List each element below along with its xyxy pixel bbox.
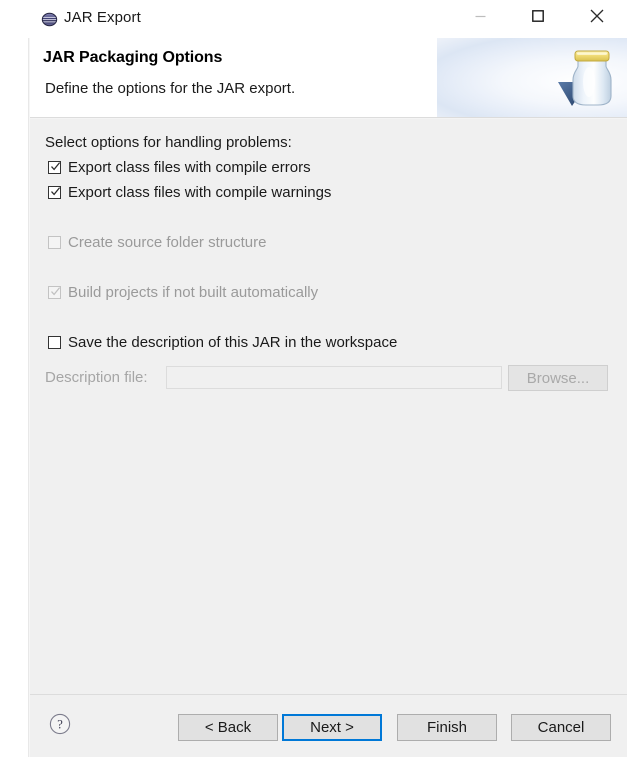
- checkbox-label: Export class files with compile warnings: [68, 184, 332, 201]
- close-button[interactable]: [574, 0, 620, 32]
- jar-banner-icon: [552, 44, 624, 112]
- checkbox-box: [48, 161, 61, 174]
- check-icon: [51, 287, 61, 296]
- finish-button[interactable]: Finish: [397, 714, 497, 741]
- section-label: Select options for handling problems:: [45, 134, 292, 151]
- checkbox-build-projects-if-not-built: Build projects if not built automaticall…: [48, 284, 318, 301]
- checkbox-box: [48, 236, 61, 249]
- description-file-label: Description file:: [45, 369, 148, 386]
- browse-button[interactable]: Browse...: [508, 365, 608, 391]
- wizard-header: JAR Packaging Options Define the options…: [30, 38, 627, 117]
- jar-export-icon: [41, 11, 58, 28]
- checkbox-label: Save the description of this JAR in the …: [68, 334, 398, 351]
- page-description: Define the options for the JAR export.: [45, 80, 296, 97]
- title-bar[interactable]: JAR Export: [0, 0, 627, 38]
- checkbox-create-source-folder-structure: Create source folder structure: [48, 234, 266, 251]
- window-title: JAR Export: [64, 9, 141, 26]
- checkbox-export-compile-warnings[interactable]: Export class files with compile warnings: [48, 184, 331, 201]
- minimize-button[interactable]: [457, 0, 503, 32]
- checkbox-label: Create source folder structure: [68, 234, 267, 251]
- checkbox-save-jar-description[interactable]: Save the description of this JAR in the …: [48, 334, 397, 351]
- cancel-button[interactable]: Cancel: [511, 714, 611, 741]
- next-button[interactable]: Next >: [282, 714, 382, 741]
- checkbox-box: [48, 336, 61, 349]
- check-icon: [51, 187, 61, 196]
- checkbox-label: Build projects if not built automaticall…: [68, 284, 319, 301]
- close-icon: [590, 9, 604, 23]
- page-title: JAR Packaging Options: [43, 49, 223, 66]
- maximize-button[interactable]: [515, 0, 561, 32]
- maximize-icon: [532, 10, 544, 22]
- jar-export-dialog: JAR Export JAR Packaging Options Define …: [0, 0, 627, 757]
- checkbox-box: [48, 286, 61, 299]
- checkbox-export-compile-errors[interactable]: Export class files with compile errors: [48, 159, 311, 176]
- help-question-icon[interactable]: ?: [49, 713, 71, 735]
- checkbox-label: Export class files with compile errors: [68, 159, 311, 176]
- description-file-input[interactable]: [166, 366, 502, 389]
- check-icon: [51, 162, 61, 171]
- back-button[interactable]: < Back: [178, 714, 278, 741]
- dialog-button-bar: ? < Back Next > Finish Cancel: [30, 695, 627, 757]
- checkbox-box: [48, 186, 61, 199]
- options-panel: Select options for handling problems: Ex…: [30, 119, 627, 694]
- minimize-icon: [475, 15, 485, 17]
- svg-text:?: ?: [57, 717, 63, 731]
